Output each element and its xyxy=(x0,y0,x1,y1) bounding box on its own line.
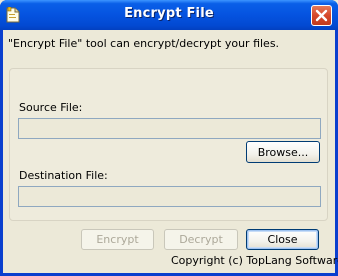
destination-file-input[interactable] xyxy=(18,186,321,207)
decrypt-button[interactable]: Decrypt xyxy=(164,229,238,250)
file-selection-group: Source File: Browse... Destination File: xyxy=(9,68,328,221)
destination-file-label: Destination File: xyxy=(19,169,108,182)
close-button[interactable]: Close xyxy=(246,229,319,250)
encrypt-button[interactable]: Encrypt xyxy=(81,229,154,250)
window-close-button[interactable] xyxy=(311,5,332,26)
close-icon xyxy=(315,9,328,22)
encrypt-file-window: Encrypt File "Encrypt File" tool can enc… xyxy=(0,0,338,276)
browse-button[interactable]: Browse... xyxy=(246,141,320,163)
dialog-body: "Encrypt File" tool can encrypt/decrypt … xyxy=(3,30,338,273)
title-bar[interactable]: Encrypt File xyxy=(0,0,338,30)
source-file-label: Source File: xyxy=(19,101,83,114)
copyright-text: Copyright (c) TopLang Software. xyxy=(171,254,338,267)
source-file-input[interactable] xyxy=(18,118,321,139)
window-title: Encrypt File xyxy=(124,6,214,21)
tool-description: "Encrypt File" tool can encrypt/decrypt … xyxy=(8,37,280,50)
